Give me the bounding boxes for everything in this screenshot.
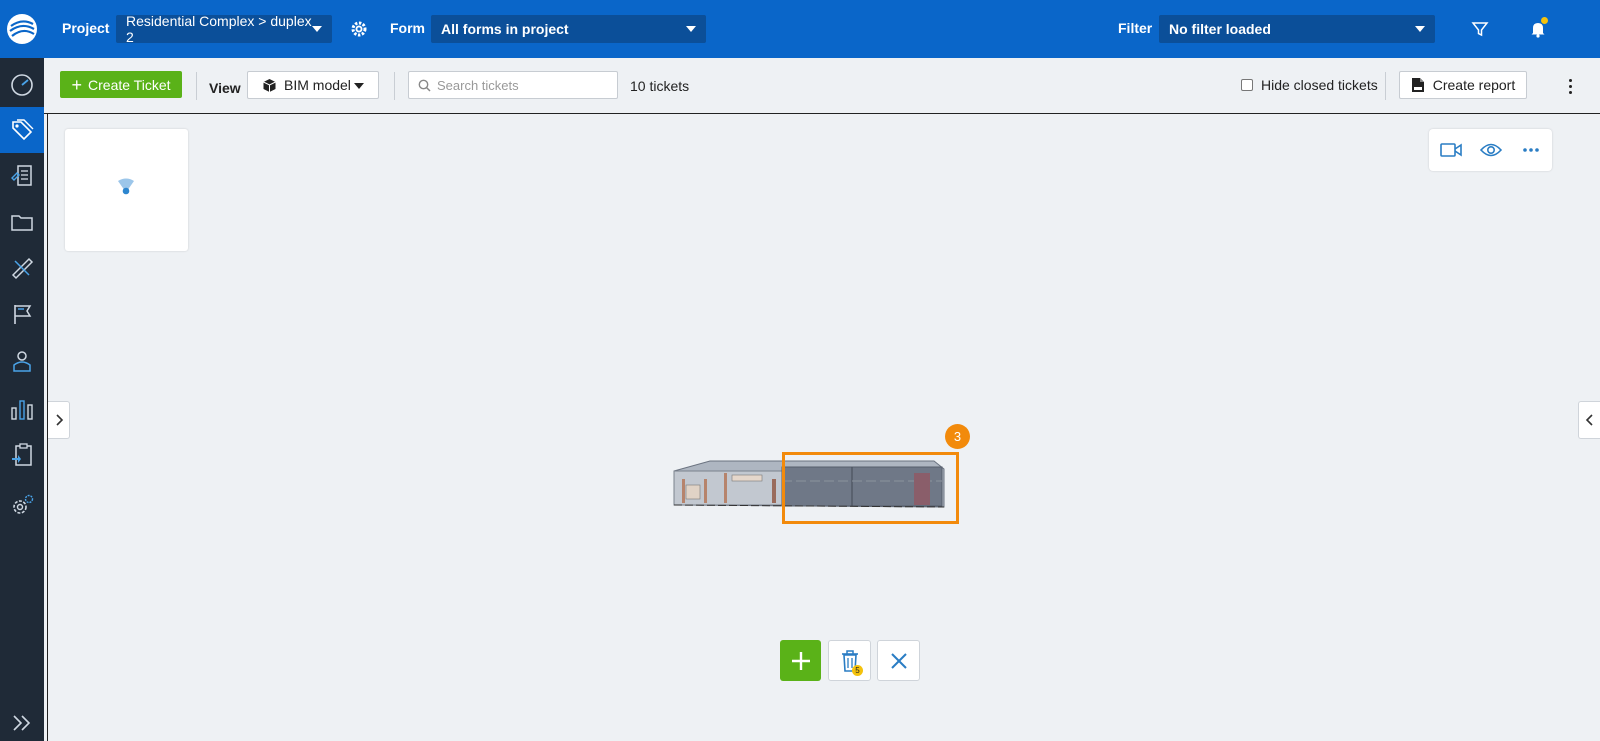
- video-camera-icon: [1440, 143, 1462, 157]
- sidebar-item-dashboard[interactable]: [0, 61, 44, 107]
- view-select-value: BIM model: [284, 77, 351, 93]
- location-cone-icon: [118, 178, 134, 195]
- right-panel-toggle[interactable]: [1578, 401, 1600, 439]
- delete-count-badge: 5: [852, 665, 863, 676]
- sidebar-item-forms[interactable]: [0, 153, 44, 199]
- form-select[interactable]: All forms in project: [431, 15, 706, 43]
- chevron-left-icon: [1585, 414, 1593, 426]
- sidebar-item-checklists[interactable]: [0, 432, 44, 478]
- chevron-right-icon: [55, 414, 63, 426]
- search-tickets-input[interactable]: [437, 76, 612, 94]
- project-select-value: Residential Complex > duplex 2: [126, 13, 312, 45]
- filter-button[interactable]: [1468, 17, 1492, 41]
- tickets-tag-icon: [12, 119, 34, 141]
- form-select-value: All forms in project: [441, 21, 569, 37]
- forms-document-icon: [11, 165, 32, 186]
- chevron-down-icon: [354, 83, 364, 89]
- sidebar: [0, 0, 44, 741]
- kebab-dot: [1568, 90, 1572, 94]
- sidebar-item-measure[interactable]: [0, 245, 44, 291]
- logo-icon: [7, 14, 37, 44]
- search-tickets-box: [408, 71, 618, 99]
- ellipsis-icon: [1523, 148, 1539, 152]
- form-label: Form: [390, 20, 425, 36]
- app-logo[interactable]: [0, 0, 44, 58]
- sidebar-item-reports[interactable]: [0, 386, 44, 432]
- view-label: View: [209, 80, 241, 96]
- ruler-measure-icon: [11, 257, 34, 280]
- toolbar-divider: [394, 72, 395, 100]
- add-ticket-button[interactable]: [780, 640, 821, 681]
- filter-select-value: No filter loaded: [1169, 21, 1271, 37]
- more-options-button[interactable]: [1564, 74, 1576, 98]
- user-contact-icon: [13, 351, 31, 372]
- visibility-button[interactable]: [1479, 138, 1503, 162]
- bar-chart-icon: [11, 400, 33, 420]
- gear-icon: [351, 21, 367, 37]
- cube-icon: [263, 78, 276, 92]
- sidebar-item-contacts[interactable]: [0, 338, 44, 384]
- hide-closed-label: Hide closed tickets: [1261, 77, 1378, 93]
- filter-select[interactable]: No filter loaded: [1159, 15, 1435, 43]
- ticket-toolbar: + Create Ticket View BIM model 10 ticket…: [44, 58, 1600, 114]
- bim-viewer[interactable]: 3 5: [47, 114, 1600, 741]
- folder-icon: [11, 215, 33, 231]
- project-settings-button[interactable]: [347, 17, 371, 41]
- top-bar: Project Residential Complex > duplex 2 F…: [44, 0, 1600, 58]
- eye-icon: [1480, 143, 1502, 157]
- plus-icon: [791, 651, 810, 670]
- project-label: Project: [62, 20, 110, 36]
- flag-icon: [14, 305, 32, 324]
- viewer-more-button[interactable]: [1519, 138, 1543, 162]
- sidebar-item-tickets[interactable]: [0, 107, 44, 153]
- cancel-selection-button[interactable]: [877, 640, 920, 681]
- filter-label: Filter: [1118, 20, 1153, 36]
- funnel-icon: [1471, 22, 1489, 37]
- close-icon: [890, 652, 907, 669]
- create-ticket-label: Create Ticket: [88, 76, 171, 93]
- create-report-label: Create report: [1432, 77, 1516, 93]
- ticket-count: 10 tickets: [630, 78, 690, 94]
- notifications-button[interactable]: [1526, 17, 1550, 41]
- chevron-down-icon: [1415, 26, 1425, 32]
- view-select[interactable]: BIM model: [247, 71, 379, 99]
- minimap[interactable]: [65, 129, 188, 251]
- create-ticket-button[interactable]: + Create Ticket: [60, 71, 182, 98]
- create-report-button[interactable]: Create report: [1399, 71, 1527, 99]
- search-icon: [418, 79, 431, 92]
- dashboard-gauge-icon: [11, 74, 33, 96]
- sidebar-expand-button[interactable]: [0, 700, 44, 741]
- toolbar-divider: [1385, 72, 1386, 100]
- pdf-file-icon: [1411, 78, 1424, 92]
- expand-chevrons-icon: [13, 715, 31, 731]
- selection-box[interactable]: [782, 452, 959, 524]
- kebab-dot: [1568, 78, 1572, 82]
- delete-selection-button[interactable]: 5: [828, 640, 871, 681]
- project-select[interactable]: Residential Complex > duplex 2: [116, 13, 332, 45]
- toolbar-divider: [196, 72, 197, 100]
- sidebar-item-settings[interactable]: [0, 482, 44, 528]
- notification-dot: [1541, 17, 1548, 24]
- clipboard-icon: [12, 443, 32, 466]
- kebab-dot: [1568, 84, 1572, 88]
- sidebar-item-files[interactable]: [0, 199, 44, 245]
- viewer-tools: [1429, 129, 1552, 171]
- sidebar-item-milestones[interactable]: [0, 291, 44, 337]
- chevron-down-icon: [686, 26, 696, 32]
- camera-views-button[interactable]: [1439, 138, 1463, 162]
- left-panel-toggle[interactable]: [48, 401, 70, 439]
- settings-gear-icon: [13, 494, 34, 514]
- selection-count-badge: 3: [945, 424, 970, 449]
- hide-closed-checkbox[interactable]: [1241, 79, 1253, 91]
- plus-icon: +: [71, 74, 83, 95]
- hide-closed-tickets-toggle[interactable]: Hide closed tickets: [1241, 77, 1378, 93]
- chevron-down-icon: [312, 26, 322, 32]
